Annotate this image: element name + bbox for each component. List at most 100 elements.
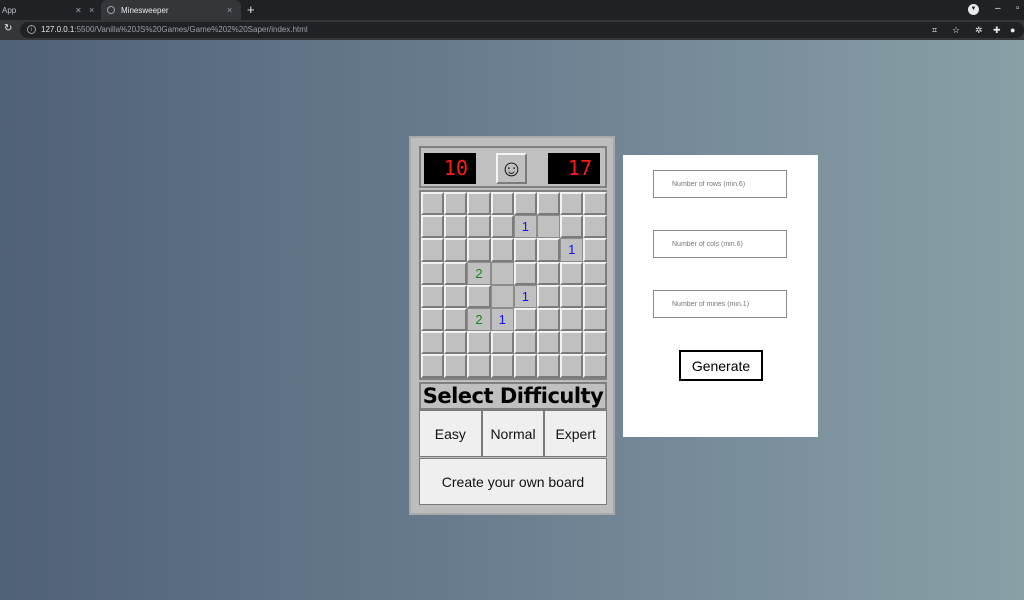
game-board: 112121 <box>419 190 607 380</box>
hidden-cell[interactable] <box>490 331 514 355</box>
hidden-cell[interactable] <box>490 215 514 239</box>
hidden-cell[interactable] <box>513 238 537 262</box>
revealed-cell[interactable] <box>490 261 514 285</box>
hidden-cell[interactable] <box>537 261 561 285</box>
hidden-cell[interactable] <box>467 192 491 216</box>
game-header: 10 ☺ 17 <box>419 146 607 188</box>
hidden-cell[interactable] <box>560 284 584 308</box>
hidden-cell[interactable] <box>421 215 445 239</box>
hidden-cell[interactable] <box>444 215 468 239</box>
revealed-cell[interactable]: 1 <box>560 238 584 262</box>
profile-icon[interactable]: ● <box>1010 25 1015 35</box>
hidden-cell[interactable] <box>583 354 607 378</box>
url-text[interactable]: 127.0.0.1:5500/Vanilla%20JS%20Games/Game… <box>41 25 308 34</box>
hidden-cell[interactable] <box>560 331 584 355</box>
easy-button[interactable]: Easy <box>419 410 482 457</box>
hidden-cell[interactable] <box>583 308 607 332</box>
info-icon[interactable]: i <box>27 25 36 34</box>
generate-button[interactable]: Generate <box>679 350 763 381</box>
hidden-cell[interactable] <box>421 284 445 308</box>
hidden-cell[interactable] <box>421 331 445 355</box>
reload-icon[interactable]: ↻ <box>4 23 12 34</box>
mines-input[interactable] <box>653 290 787 318</box>
translate-icon[interactable]: ⌗ <box>932 25 937 36</box>
puzzle-icon[interactable]: ✚ <box>993 25 1001 36</box>
hidden-cell[interactable] <box>490 192 514 216</box>
hidden-cell[interactable] <box>560 192 584 216</box>
hidden-cell[interactable] <box>421 261 445 285</box>
smiley-reset-button[interactable]: ☺ <box>496 153 527 184</box>
revealed-cell[interactable] <box>537 215 561 239</box>
hidden-cell[interactable] <box>444 331 468 355</box>
hidden-cell[interactable] <box>444 261 468 285</box>
hidden-cell[interactable] <box>467 331 491 355</box>
hidden-cell[interactable] <box>444 284 468 308</box>
hidden-cell[interactable] <box>513 261 537 285</box>
maximize-icon[interactable]: ▫ <box>1016 3 1020 14</box>
hidden-cell[interactable] <box>560 354 584 378</box>
hidden-cell[interactable] <box>513 354 537 378</box>
hidden-cell[interactable] <box>583 331 607 355</box>
hidden-cell[interactable] <box>560 215 584 239</box>
address-bar: ↻ i 127.0.0.1:5500/Vanilla%20JS%20Games/… <box>0 20 1024 40</box>
omnibox[interactable]: i 127.0.0.1:5500/Vanilla%20JS%20Games/Ga… <box>20 22 1024 38</box>
hidden-cell[interactable] <box>444 354 468 378</box>
revealed-cell[interactable]: 2 <box>467 261 491 285</box>
hidden-cell[interactable] <box>513 331 537 355</box>
hidden-cell[interactable] <box>444 192 468 216</box>
hidden-cell[interactable] <box>560 308 584 332</box>
bookmark-star-icon[interactable]: ☆ <box>952 25 960 36</box>
hidden-cell[interactable] <box>490 354 514 378</box>
difficulty-title: Select Difficulty <box>419 382 607 410</box>
hidden-cell[interactable] <box>583 261 607 285</box>
minesweeper-game: 10 ☺ 17 112121 Select Difficulty Easy No… <box>409 136 615 515</box>
mines-counter: 10 <box>424 153 476 184</box>
revealed-cell[interactable]: 1 <box>513 284 537 308</box>
hidden-cell[interactable] <box>537 331 561 355</box>
hidden-cell[interactable] <box>421 238 445 262</box>
hidden-cell[interactable] <box>444 308 468 332</box>
extension-icon[interactable]: ✲ <box>975 25 983 36</box>
expert-button[interactable]: Expert <box>544 410 608 457</box>
hidden-cell[interactable] <box>467 354 491 378</box>
globe-icon <box>107 6 115 14</box>
mute-icon[interactable]: ✕ <box>75 6 82 15</box>
revealed-cell[interactable]: 2 <box>467 308 491 332</box>
hidden-cell[interactable] <box>537 284 561 308</box>
hidden-cell[interactable] <box>513 308 537 332</box>
close-icon[interactable]: × <box>89 5 94 15</box>
hidden-cell[interactable] <box>537 354 561 378</box>
tab-title: Minesweeper <box>121 5 169 15</box>
tab-app[interactable]: App ✕ × <box>0 0 100 20</box>
hidden-cell[interactable] <box>421 308 445 332</box>
hidden-cell[interactable] <box>583 284 607 308</box>
hidden-cell[interactable] <box>537 238 561 262</box>
revealed-cell[interactable]: 1 <box>490 308 514 332</box>
hidden-cell[interactable] <box>583 215 607 239</box>
hidden-cell[interactable] <box>583 238 607 262</box>
hidden-cell[interactable] <box>467 215 491 239</box>
revealed-cell[interactable]: 1 <box>513 215 537 239</box>
create-own-board-button[interactable]: Create your own board <box>419 458 607 505</box>
hidden-cell[interactable] <box>490 238 514 262</box>
hidden-cell[interactable] <box>467 284 491 308</box>
cols-input[interactable] <box>653 230 787 258</box>
rows-input[interactable] <box>653 170 787 198</box>
tab-title: App <box>2 5 17 15</box>
new-tab-button[interactable]: + <box>247 2 255 17</box>
hidden-cell[interactable] <box>537 192 561 216</box>
hidden-cell[interactable] <box>513 192 537 216</box>
revealed-cell[interactable] <box>490 284 514 308</box>
normal-button[interactable]: Normal <box>481 410 545 457</box>
close-icon[interactable]: × <box>227 5 232 15</box>
hidden-cell[interactable] <box>560 261 584 285</box>
hidden-cell[interactable] <box>421 192 445 216</box>
hidden-cell[interactable] <box>467 238 491 262</box>
hidden-cell[interactable] <box>537 308 561 332</box>
hidden-cell[interactable] <box>444 238 468 262</box>
minimize-icon[interactable]: – <box>995 3 1001 14</box>
tab-search-icon[interactable]: ▼ <box>968 4 979 15</box>
hidden-cell[interactable] <box>583 192 607 216</box>
tab-minesweeper[interactable]: Minesweeper × <box>101 0 241 20</box>
hidden-cell[interactable] <box>421 354 445 378</box>
